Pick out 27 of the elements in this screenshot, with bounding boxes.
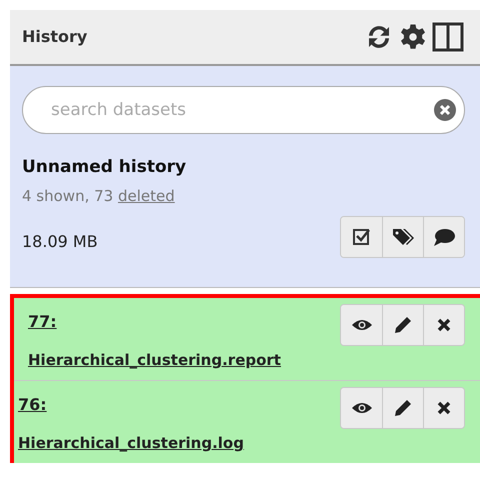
eye-icon [350,317,372,333]
checkbox-icon [352,227,372,247]
dataset-id[interactable]: 77: [28,310,57,334]
pencil-icon [393,315,413,335]
close-icon [436,400,452,416]
delete-button[interactable] [423,305,464,345]
close-icon [436,317,452,333]
speech-bubble-icon [433,227,455,247]
settings-icon[interactable] [398,22,428,52]
panel-title: History [22,26,88,48]
dataset-row[interactable]: 76: Hierarchical_clustering.log [14,380,480,463]
clear-icon[interactable] [433,98,457,122]
pencil-icon [393,398,413,418]
dataset-title[interactable]: Hierarchical_clustering.log [18,434,244,452]
dataset-id[interactable]: 76: [18,393,47,417]
search-field[interactable]: search datasets [22,86,465,134]
shown-count: 4 shown, 73 [22,187,114,205]
delete-button[interactable] [423,388,464,428]
deleted-link[interactable]: deleted [118,187,175,205]
dataset-title[interactable]: Hierarchical_clustering.report [28,351,281,369]
history-name: Unnamed history [22,156,188,178]
dataset-row[interactable]: 77: Hierarchical_clustering.report [14,298,480,380]
history-size: 18.09 MB [22,231,98,253]
annotate-button[interactable] [423,217,464,257]
tags-icon [392,227,414,247]
columns-icon[interactable] [432,22,464,52]
eye-icon [350,400,372,416]
